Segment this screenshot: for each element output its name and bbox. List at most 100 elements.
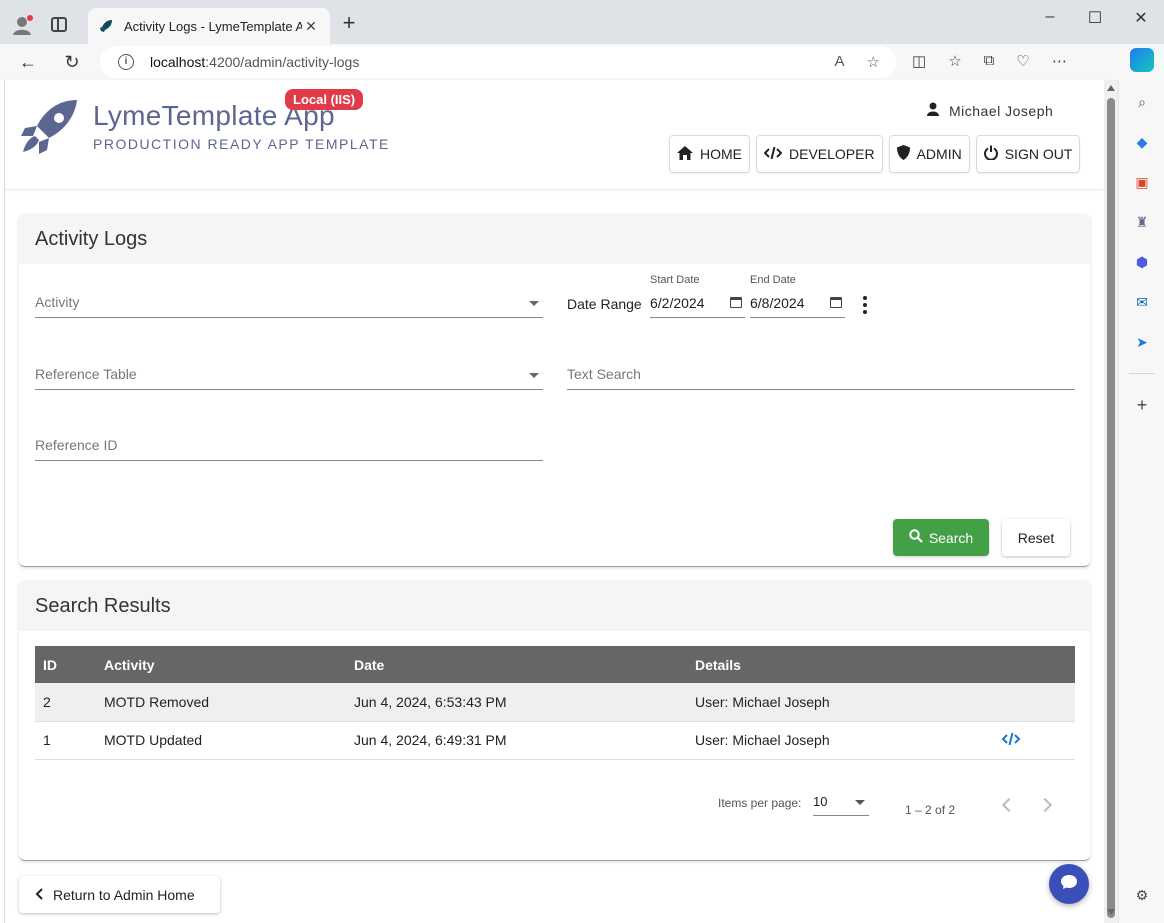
text-search-input[interactable]: Text Search — [567, 364, 1075, 390]
close-window-icon[interactable]: ✕ — [1131, 8, 1151, 28]
browser-essentials-icon[interactable]: ♡ — [1016, 52, 1029, 70]
office-icon[interactable]: ⬢ — [1132, 252, 1152, 272]
page-scrollbar[interactable] — [1104, 80, 1118, 923]
copilot-icon[interactable] — [1130, 48, 1154, 72]
results-title: Search Results — [19, 581, 1090, 631]
app-page: LymeTemplate App Local (IIS) PRODUCTION … — [4, 80, 1105, 923]
refresh-icon[interactable]: ↻ — [60, 50, 84, 74]
search-icon[interactable]: ⌕ — [1132, 92, 1152, 112]
items-per-page-select[interactable]: 10 — [813, 794, 869, 816]
date-range-label: Date Range — [567, 296, 642, 312]
read-aloud-icon[interactable]: A — [835, 53, 845, 71]
filters-card: Activity Logs — [19, 214, 1090, 567]
home-icon — [677, 145, 693, 163]
address-bar[interactable]: i localhost:4200/admin/activity-logs A ☆ — [100, 46, 896, 78]
user-info[interactable]: Michael Joseph — [927, 102, 1053, 119]
view-code-icon[interactable] — [1001, 732, 1021, 749]
search-button[interactable]: Search — [893, 519, 989, 556]
power-icon — [983, 145, 998, 163]
start-date-label: Start Date — [650, 274, 700, 286]
sign-out-label: SIGN OUT — [1004, 146, 1073, 162]
reference-id-input[interactable]: Reference ID — [35, 435, 543, 461]
site-info-icon[interactable]: i — [118, 54, 134, 70]
end-date-value: 6/8/2024 — [750, 295, 805, 311]
games-icon[interactable]: ♜ — [1132, 212, 1152, 232]
sidebar-divider — [1129, 373, 1155, 374]
app-tagline: PRODUCTION READY APP TEMPLATE — [93, 136, 390, 152]
reference-table-placeholder: Reference Table — [35, 366, 137, 382]
app-header: LymeTemplate App Local (IIS) PRODUCTION … — [5, 80, 1105, 190]
column-header-id[interactable]: ID — [35, 646, 96, 683]
text-search-placeholder: Text Search — [567, 366, 641, 382]
cell-activity: MOTD Removed — [96, 683, 346, 722]
start-date-input[interactable]: Start Date 6/2/2024 — [650, 274, 745, 318]
rocket-favicon-icon — [98, 18, 114, 34]
calendar-icon[interactable] — [730, 297, 742, 308]
cell-id: 1 — [35, 721, 96, 760]
table-row[interactable]: 1 MOTD Updated Jun 4, 2024, 6:49:31 PM U… — [35, 721, 1075, 760]
sign-out-button[interactable]: SIGN OUT — [975, 135, 1081, 173]
cell-details: User: Michael Joseph — [687, 721, 987, 760]
admin-label: ADMIN — [916, 146, 962, 162]
chat-bubble-button[interactable] — [1049, 864, 1089, 904]
column-header-details[interactable]: Details — [687, 646, 987, 683]
maximize-icon[interactable]: ☐ — [1085, 8, 1105, 28]
tools-icon[interactable]: ▣ — [1132, 172, 1152, 192]
browser-titlebar: Activity Logs - LymeTemplate App ✕ + – ☐… — [0, 0, 1164, 44]
admin-button[interactable]: ADMIN — [888, 135, 970, 173]
main-nav: HOME DEVELOPER ADMIN SIGN OUT — [669, 135, 1081, 173]
cell-details: User: Michael Joseph — [687, 683, 987, 722]
items-per-page-label: Items per page: — [718, 796, 802, 810]
edge-sidebar: ⌕ ◆ ▣ ♜ ⬢ ✉ ➤ + ⚙ — [1118, 80, 1164, 923]
chevron-down-icon — [529, 301, 539, 306]
start-date-value: 6/2/2024 — [650, 295, 705, 311]
activity-placeholder: Activity — [35, 294, 80, 310]
calendar-icon[interactable] — [830, 297, 842, 308]
scroll-down-icon[interactable] — [1107, 909, 1115, 915]
collections-icon[interactable]: ⧉ — [984, 52, 995, 70]
split-screen-icon[interactable]: ◫ — [912, 52, 926, 70]
url-host: localhost — [150, 54, 206, 70]
rocket-logo-icon[interactable] — [19, 96, 81, 158]
cell-date: Jun 4, 2024, 6:53:43 PM — [346, 683, 687, 722]
chat-icon — [1060, 874, 1078, 895]
send-icon[interactable]: ➤ — [1132, 332, 1152, 352]
tab-title: Activity Logs - LymeTemplate App — [124, 18, 302, 34]
column-header-activity[interactable]: Activity — [96, 646, 346, 683]
tab-actions-icon[interactable] — [51, 17, 67, 32]
home-label: HOME — [700, 146, 742, 162]
scroll-thumb[interactable] — [1107, 98, 1115, 918]
end-date-label: End Date — [750, 274, 796, 286]
profile-icon[interactable] — [12, 14, 34, 36]
more-menu-icon[interactable]: ⋯ — [1052, 52, 1067, 70]
return-to-admin-button[interactable]: Return to Admin Home — [19, 876, 220, 913]
reference-table-select[interactable]: Reference Table — [35, 364, 543, 390]
scroll-up-icon[interactable] — [1107, 85, 1115, 91]
reference-id-placeholder: Reference ID — [35, 437, 118, 453]
browser-tab[interactable]: Activity Logs - LymeTemplate App ✕ — [88, 8, 330, 44]
favorites-icon[interactable]: ☆ — [948, 52, 961, 70]
environment-badge: Local (IIS) — [285, 89, 364, 110]
outlook-icon[interactable]: ✉ — [1132, 292, 1152, 312]
home-button[interactable]: HOME — [669, 135, 750, 173]
range-label: 1 – 2 of 2 — [905, 803, 956, 817]
return-label: Return to Admin Home — [53, 886, 195, 903]
developer-button[interactable]: DEVELOPER — [756, 135, 883, 173]
new-tab-icon[interactable]: + — [338, 12, 360, 34]
close-tab-icon[interactable]: ✕ — [302, 18, 320, 35]
end-date-input[interactable]: End Date 6/8/2024 — [750, 274, 845, 318]
back-icon[interactable]: ← — [16, 50, 40, 74]
column-header-date[interactable]: Date — [346, 646, 687, 683]
reset-button[interactable]: Reset — [1002, 519, 1070, 556]
favorite-star-icon[interactable]: ☆ — [867, 53, 880, 71]
settings-gear-icon[interactable]: ⚙ — [1132, 885, 1152, 905]
date-options-icon[interactable] — [863, 296, 867, 314]
shopping-tag-icon[interactable]: ◆ — [1132, 132, 1152, 152]
search-icon — [909, 529, 923, 546]
cell-date: Jun 4, 2024, 6:49:31 PM — [346, 721, 687, 760]
add-sidebar-app-icon[interactable]: + — [1132, 395, 1152, 415]
table-row[interactable]: 2 MOTD Removed Jun 4, 2024, 6:53:43 PM U… — [35, 683, 1075, 722]
minimize-icon[interactable]: – — [1040, 8, 1060, 28]
cell-activity: MOTD Updated — [96, 721, 346, 760]
activity-select[interactable]: Activity — [35, 292, 543, 318]
